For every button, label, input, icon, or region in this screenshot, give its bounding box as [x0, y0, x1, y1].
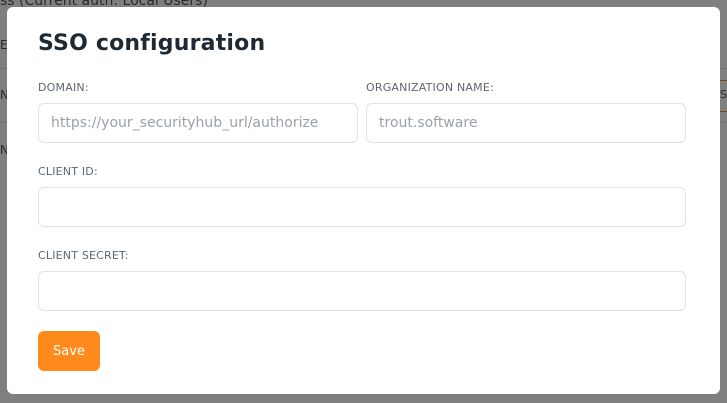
organization-name-label: ORGANIZATION NAME: [366, 81, 494, 94]
sso-configuration-dialog: SSO configuration DOMAIN: ORGANIZATION N… [7, 7, 720, 394]
save-button[interactable]: Save [38, 331, 100, 371]
client-secret-label: CLIENT SECRET: [38, 249, 129, 262]
dialog-title: SSO configuration [38, 31, 266, 56]
client-secret-input[interactable] [38, 271, 686, 311]
domain-label: DOMAIN: [38, 81, 89, 94]
client-id-label: CLIENT ID: [38, 165, 98, 178]
organization-name-input[interactable] [366, 103, 686, 143]
client-id-input[interactable] [38, 187, 686, 227]
domain-input[interactable] [38, 103, 358, 143]
